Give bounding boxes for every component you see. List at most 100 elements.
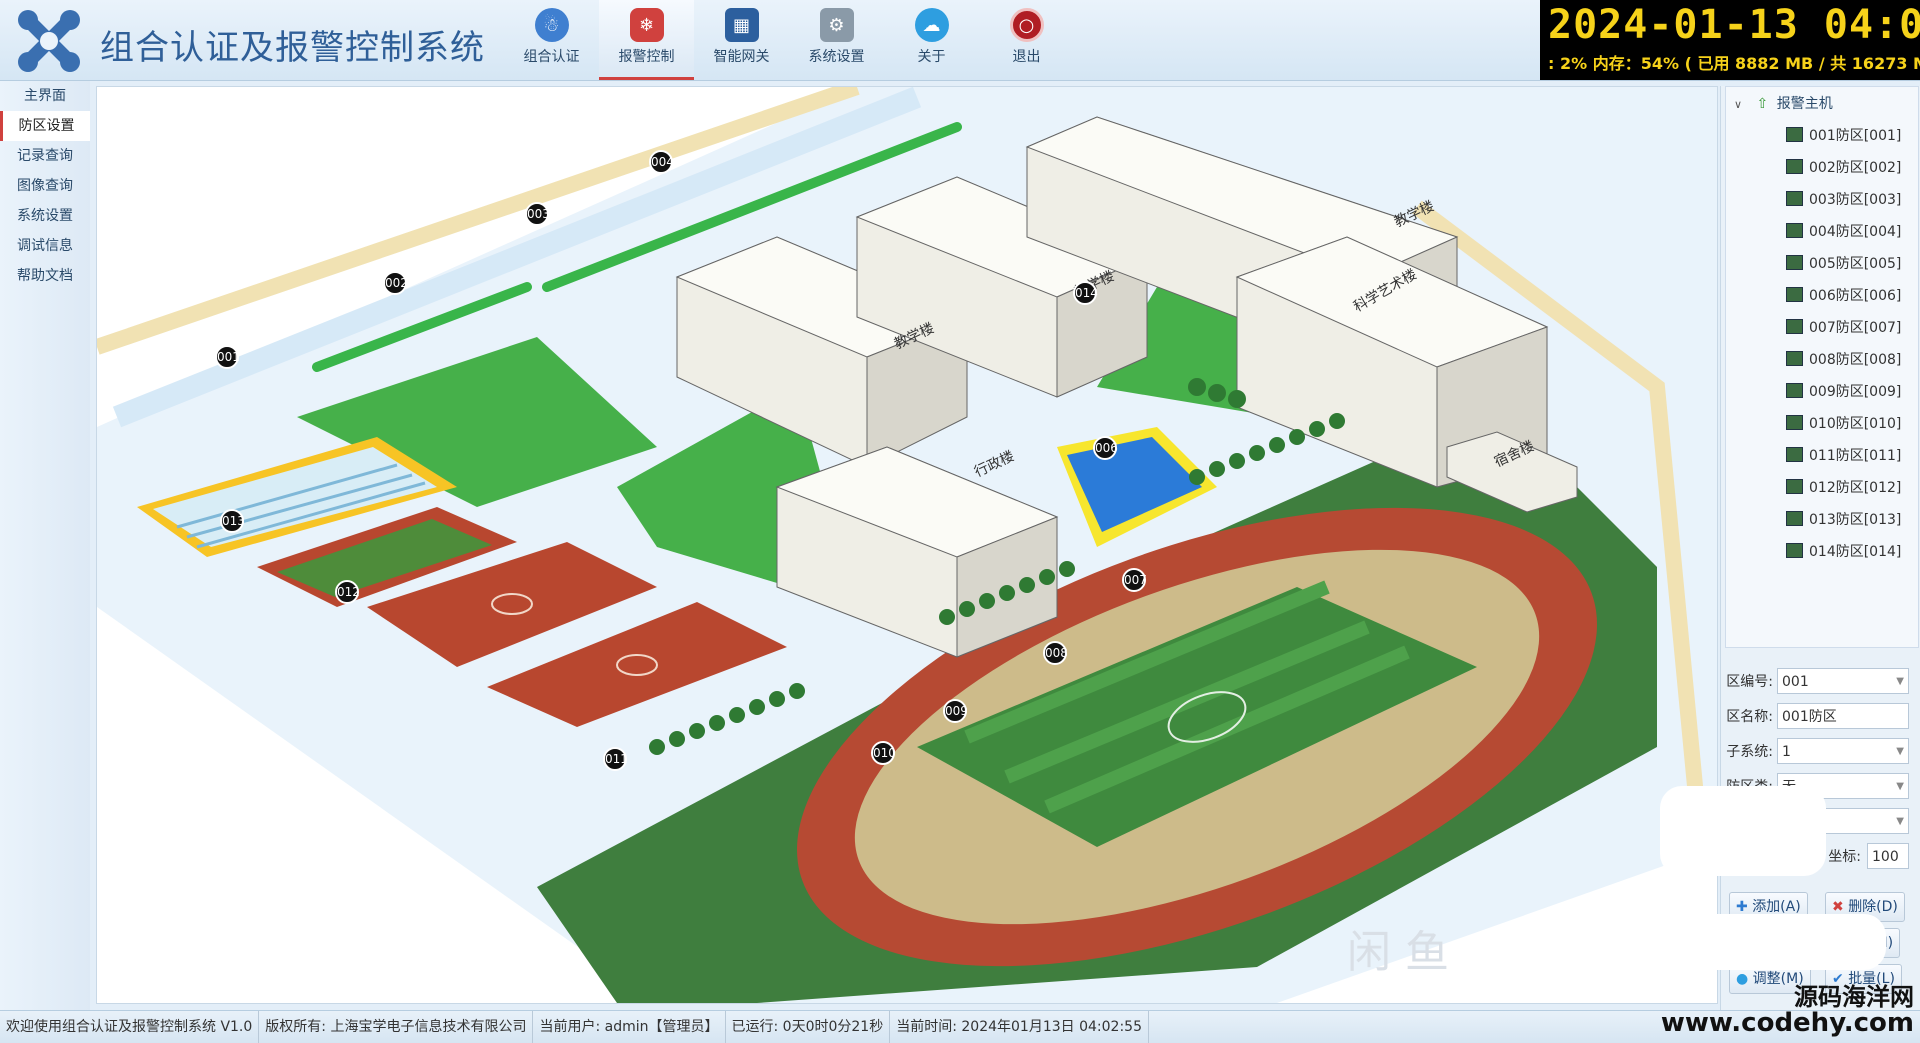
top-nav: ☃ 组合认证 ❄ 报警控制 ▦ 智能网关 ⚙ 系统设置 ☁ 关于 ○ 退出: [504, 0, 1074, 80]
menu-item-help[interactable]: 帮助文档: [0, 261, 90, 291]
watermark-line2: www.codehy.com: [1660, 1008, 1914, 1038]
tree-root[interactable]: ∨ ⇧ 报警主机: [1734, 93, 1833, 113]
menu-item-zone-settings[interactable]: 防区设置: [0, 111, 90, 141]
gear-icon: ⚙: [819, 8, 854, 42]
zone-name-label: 区名称:: [1726, 709, 1773, 725]
status-user: 当前用户: admin【管理员】: [533, 1011, 726, 1043]
status-bar: 欢迎使用组合认证及报警控制系统 V1.0 版权所有: 上海宝学电子信息技术有限公司…: [0, 1010, 1920, 1043]
svg-text:007: 007: [1124, 573, 1147, 587]
alarm-control-icon: ❄: [629, 8, 664, 42]
side-menu: 主界面 防区设置 记录查询 图像查询 系统设置 调试信息 帮助文档: [0, 81, 90, 1010]
overlay-card: [1660, 786, 1826, 876]
delete-button-label: 删除(D): [1848, 899, 1898, 915]
add-button-label: 添加(A): [1752, 899, 1801, 915]
chevron-down-icon: ∨: [1734, 98, 1743, 111]
map-watermark: 闲 鱼: [1347, 927, 1449, 978]
menu-item-debug-info[interactable]: 调试信息: [0, 231, 90, 261]
svg-text:013: 013: [222, 514, 245, 528]
header-bar: 组合认证及报警控制系统 ☃ 组合认证 ❄ 报警控制 ▦ 智能网关 ⚙ 系统设置 …: [0, 0, 1920, 81]
tree-item-label: 009防区[009]: [1809, 384, 1902, 400]
tree-item-zone[interactable]: 008防区[008]: [1786, 349, 1901, 369]
power-icon: ○: [1009, 8, 1044, 42]
chevron-down-icon: ▼: [1896, 746, 1904, 757]
menu-item-record-query[interactable]: 记录查询: [0, 141, 90, 171]
zone-icon: [1786, 191, 1803, 206]
zone-marker-003[interactable]: 003: [525, 202, 550, 226]
tree-item-zone[interactable]: 012防区[012]: [1786, 477, 1901, 497]
campus-map-image: 教学楼 教学楼 教学楼 科学艺术楼 行政楼 宿舍楼 闲 鱼 001 002 00…: [97, 87, 1717, 1003]
tree-item-zone[interactable]: 011防区[011]: [1786, 445, 1901, 465]
nav-alarm-control[interactable]: ❄ 报警控制: [599, 0, 694, 80]
menu-item-main[interactable]: 主界面: [0, 81, 90, 111]
app-logo-icon: [18, 10, 80, 72]
zone-no-label: 区编号:: [1726, 674, 1773, 690]
chevron-down-icon: ▼: [1896, 676, 1904, 687]
nav-combined-auth[interactable]: ☃ 组合认证: [504, 0, 599, 80]
zone-icon: [1786, 479, 1803, 494]
subsystem-row: 子系统: 1 ▼: [1721, 738, 1920, 766]
zone-icon: [1786, 383, 1803, 398]
app-title: 组合认证及报警控制系统: [100, 28, 485, 68]
zone-icon: [1786, 287, 1803, 302]
tree-item-zone[interactable]: 009防区[009]: [1786, 381, 1901, 401]
tree-item-zone[interactable]: 005防区[005]: [1786, 253, 1901, 273]
clock-panel: 2024-01-13 04:02:55 : 2% 内存：54% ( 已用 888…: [1540, 0, 1920, 80]
tree-item-label: 013防区[013]: [1809, 512, 1902, 528]
system-status: : 2% 内存：54% ( 已用 8882 MB / 共 16273 MB ): [1548, 54, 1920, 73]
zone-tree: ∨ ⇧ 报警主机 001防区[001] 002防区[002] 003防区[003…: [1725, 86, 1919, 648]
cloud-icon: ☁: [914, 8, 949, 42]
tree-item-zone[interactable]: 013防区[013]: [1786, 509, 1901, 529]
zone-no-select[interactable]: 001 ▼: [1777, 668, 1909, 694]
menu-item-system-settings[interactable]: 系统设置: [0, 201, 90, 231]
tree-item-zone[interactable]: 002防区[002]: [1786, 157, 1901, 177]
tree-item-label: 012防区[012]: [1809, 480, 1902, 496]
tree-item-label: 014防区[014]: [1809, 544, 1902, 560]
accessibility-icon: ☃: [534, 8, 569, 42]
status-uptime: 已运行: 0天0时0分21秒: [726, 1011, 891, 1043]
nav-exit[interactable]: ○ 退出: [979, 0, 1074, 80]
nav-label: 系统设置: [808, 49, 865, 65]
alarm-host-icon: ⇧: [1756, 96, 1769, 112]
menu-item-image-query[interactable]: 图像查询: [0, 171, 90, 201]
svg-text:009: 009: [945, 704, 968, 718]
nav-about[interactable]: ☁ 关于: [884, 0, 979, 80]
svg-text:001: 001: [217, 350, 240, 364]
zone-icon: [1786, 127, 1803, 142]
tree-item-label: 001防区[001]: [1809, 128, 1902, 144]
add-icon: ✚: [1736, 899, 1748, 915]
status-welcome: 欢迎使用组合认证及报警控制系统 V1.0: [0, 1011, 260, 1043]
tree-item-zone[interactable]: 006防区[006]: [1786, 285, 1901, 305]
tree-item-zone[interactable]: 010防区[010]: [1786, 413, 1901, 433]
nav-system-settings[interactable]: ⚙ 系统设置: [789, 0, 884, 80]
zone-icon: [1786, 255, 1803, 270]
campus-map[interactable]: 教学楼 教学楼 教学楼 科学艺术楼 行政楼 宿舍楼 闲 鱼 001 002 00…: [96, 86, 1718, 1004]
svg-text:014: 014: [1075, 286, 1098, 300]
tree-item-label: 007防区[007]: [1809, 320, 1902, 336]
delete-icon: ✖: [1832, 899, 1844, 915]
subsystem-value: 1: [1782, 744, 1791, 760]
tree-item-label: 002防区[002]: [1809, 160, 1902, 176]
svg-text:003: 003: [527, 207, 550, 221]
coord-input[interactable]: 100: [1867, 843, 1909, 869]
tree-item-label: 003防区[003]: [1809, 192, 1902, 208]
tree-item-zone[interactable]: 004防区[004]: [1786, 221, 1901, 241]
svg-text:011: 011: [605, 752, 628, 766]
nav-smart-gateway[interactable]: ▦ 智能网关: [694, 0, 789, 80]
tree-item-zone[interactable]: 014防区[014]: [1786, 541, 1901, 561]
gateway-icon: ▦: [724, 8, 759, 42]
chevron-down-icon: ▼: [1896, 781, 1904, 792]
nav-label: 退出: [1012, 49, 1041, 65]
zone-icon: [1786, 159, 1803, 174]
chevron-down-icon: ▼: [1896, 816, 1904, 827]
tree-item-label: 010防区[010]: [1809, 416, 1902, 432]
tree-item-zone[interactable]: 001防区[001]: [1786, 125, 1901, 145]
tree-item-zone[interactable]: 003防区[003]: [1786, 189, 1901, 209]
tree-root-label: 报警主机: [1776, 96, 1833, 112]
zone-marker-004[interactable]: 004: [649, 150, 674, 174]
zone-icon: [1786, 351, 1803, 366]
subsystem-select[interactable]: 1 ▼: [1777, 738, 1909, 764]
zone-name-input[interactable]: 001防区: [1777, 703, 1909, 729]
subsystem-label: 子系统:: [1726, 744, 1773, 760]
tree-item-zone[interactable]: 007防区[007]: [1786, 317, 1901, 337]
svg-text:010: 010: [873, 746, 896, 760]
